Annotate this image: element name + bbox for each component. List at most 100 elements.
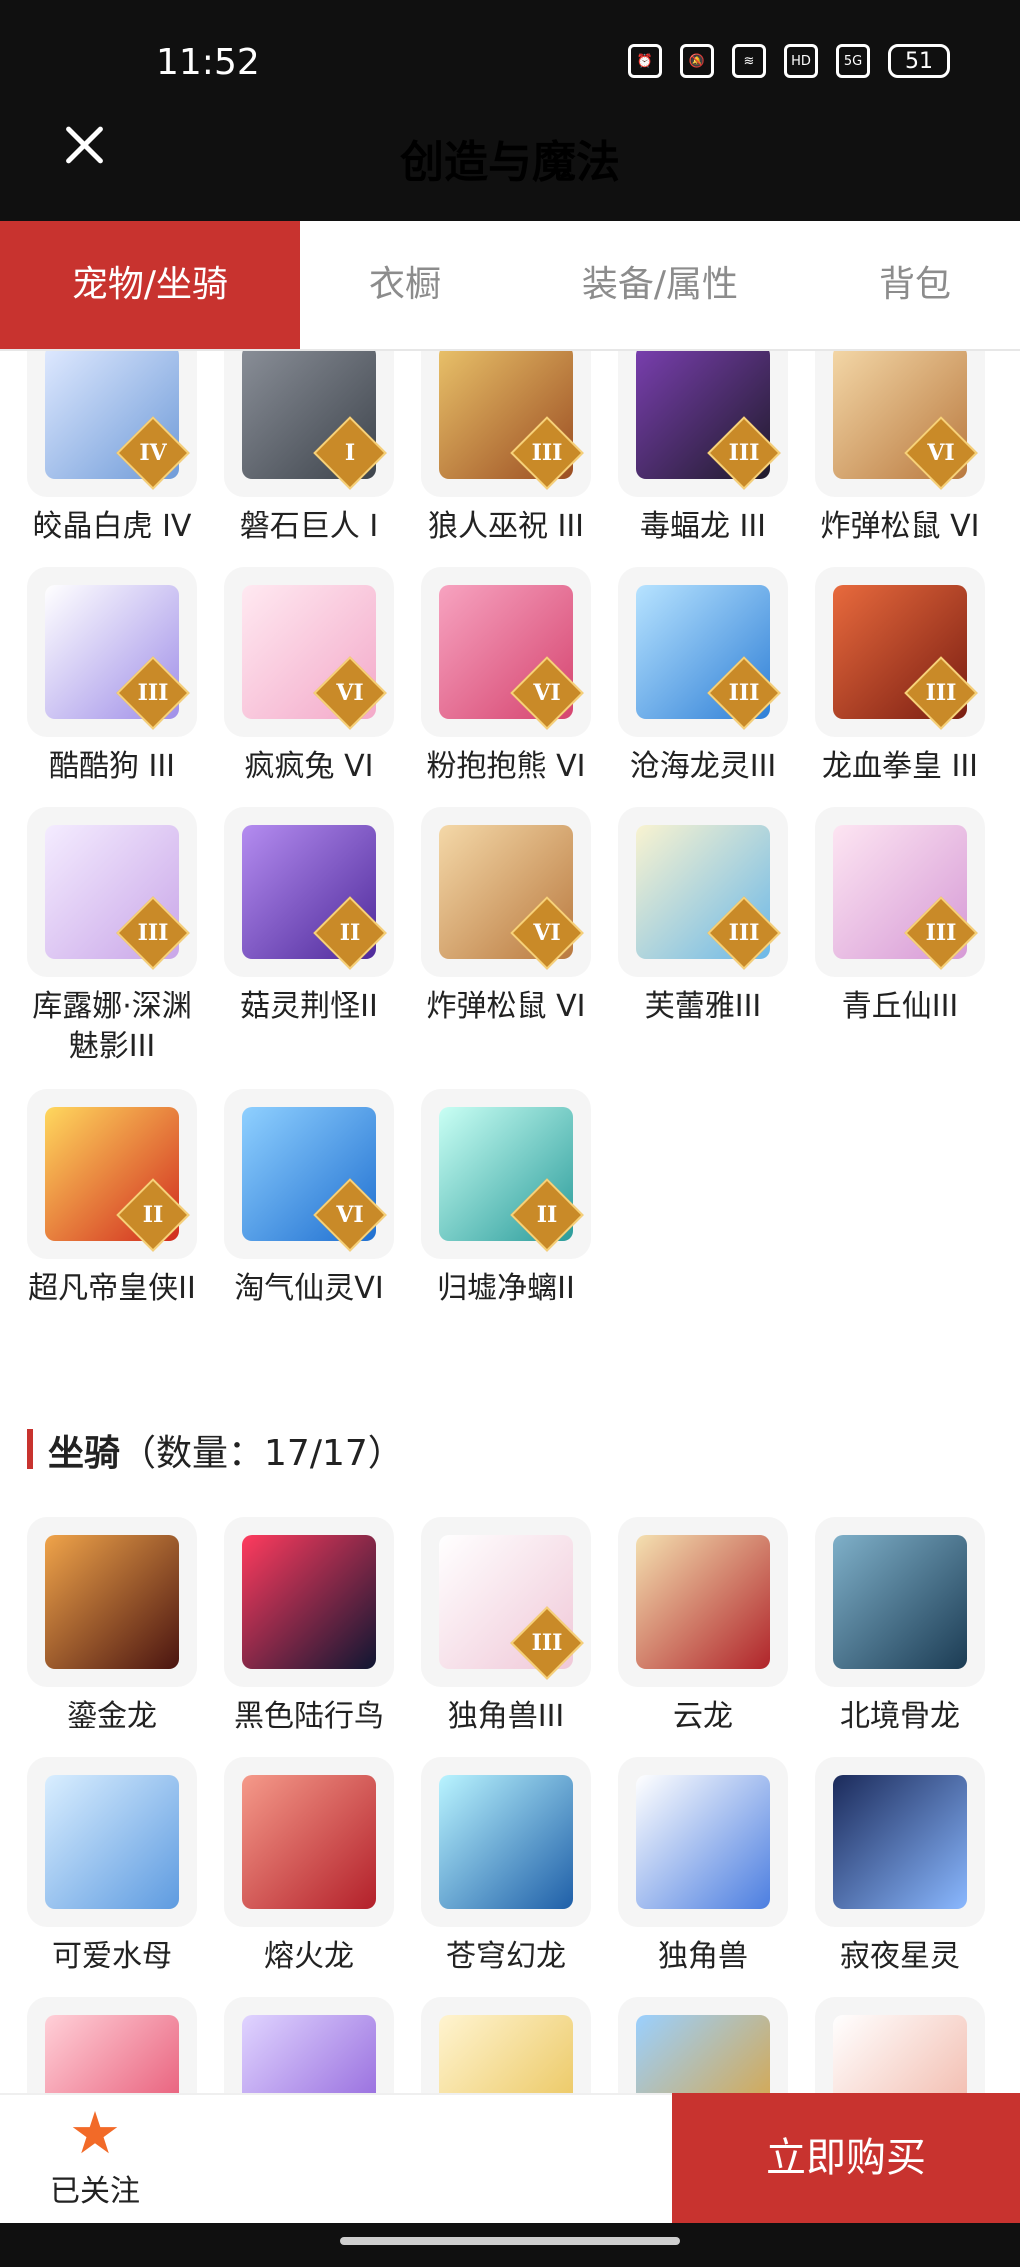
pet-card[interactable]: III 沧海龙灵III <box>618 567 788 787</box>
mount-image <box>833 1775 967 1909</box>
page-title: 创造与魔法 <box>400 137 620 188</box>
pet-card[interactable]: IV 皎晶白虎 IV <box>27 351 197 547</box>
pet-name: 库露娜·深渊魅影III <box>32 989 192 1064</box>
status-bar: 11:52 ⏰ 🔕 ≋ HD 5G 51 <box>0 0 1020 125</box>
buy-now-button[interactable]: 立即购买 <box>672 2093 1020 2223</box>
mount-card-partial[interactable] <box>224 1997 394 2093</box>
pet-card[interactable]: III 库露娜·深渊魅影III <box>27 807 197 1067</box>
mount-name: 独角兽III <box>447 1699 565 1734</box>
alarm-icon: ⏰ <box>628 44 662 78</box>
tab-equipment[interactable]: 装备/属性 <box>540 221 780 349</box>
tier-badge-text: III <box>728 920 760 946</box>
mount-thumbnail <box>618 1757 788 1927</box>
pet-name: 青丘仙III <box>841 989 959 1024</box>
pet-name: 芙蕾雅III <box>644 989 762 1024</box>
follow-button[interactable]: ★ 已关注 <box>20 2100 170 2210</box>
mount-image <box>636 1535 770 1669</box>
pet-name: 归墟净螭II <box>437 1271 575 1306</box>
tier-badge-text: VI <box>927 440 955 466</box>
pet-card[interactable]: III 酷酷狗 III <box>27 567 197 787</box>
pet-thumbnail: III <box>815 567 985 737</box>
mount-card[interactable]: 独角兽 <box>618 1757 788 1977</box>
mount-name: 熔火龙 <box>264 1939 354 1974</box>
mount-image <box>833 1535 967 1669</box>
mount-image <box>636 1775 770 1909</box>
mount-card-partial[interactable] <box>618 1997 788 2093</box>
tab-bar: 宠物/坐骑 衣橱 装备/属性 背包 <box>0 221 1020 351</box>
tier-badge-text: III <box>925 680 957 706</box>
pet-card[interactable]: III 龙血拳皇 III <box>815 567 985 787</box>
star-icon: ★ <box>69 2099 121 2167</box>
tier-badge-text: VI <box>336 1202 364 1228</box>
pet-card[interactable]: I 磐石巨人 I <box>224 351 394 547</box>
mount-thumbnail <box>815 1997 985 2093</box>
mount-name: 云龙 <box>673 1699 733 1734</box>
mount-count: （数量：17/17） <box>120 1433 404 1474</box>
mount-name: 苍穹幻龙 <box>446 1939 566 1974</box>
pet-thumbnail: III <box>27 567 197 737</box>
mount-card[interactable]: III 独角兽III <box>421 1517 591 1737</box>
mount-image <box>439 2015 573 2093</box>
content-scroll[interactable]: IV 皎晶白虎 IV I 磐石巨人 I III 狼人巫祝 III III 毒蝠龙 III VI 炸… <box>0 351 1020 2093</box>
mount-card[interactable]: 黑色陆行鸟 <box>224 1517 394 1737</box>
tier-badge-text: II <box>142 1202 164 1228</box>
pet-card[interactable]: VI 粉抱抱熊 VI <box>421 567 591 787</box>
mount-image <box>45 1775 179 1909</box>
mount-card-partial[interactable] <box>815 1997 985 2093</box>
mount-thumbnail <box>27 1997 197 2093</box>
mount-thumbnail <box>618 1517 788 1687</box>
battery-icon: 51 <box>888 44 950 78</box>
tab-backpack[interactable]: 背包 <box>820 221 1010 349</box>
mount-image <box>242 1535 376 1669</box>
system-nav-bar <box>0 2223 1020 2267</box>
pet-card[interactable]: VI 疯疯兔 VI <box>224 567 394 787</box>
mount-card[interactable]: 熔火龙 <box>224 1757 394 1977</box>
mount-card[interactable]: 北境骨龙 <box>815 1517 985 1737</box>
pet-thumbnail: III <box>618 567 788 737</box>
tab-wardrobe[interactable]: 衣橱 <box>300 221 510 349</box>
mount-section-label: 坐骑 <box>48 1433 121 1474</box>
mount-image <box>45 2015 179 2093</box>
mount-image <box>242 2015 376 2093</box>
pet-card[interactable]: II 归墟净螭II <box>421 1089 591 1309</box>
mount-card[interactable]: 可爱水母 <box>27 1757 197 1977</box>
pet-card[interactable]: III 狼人巫祝 III <box>421 351 591 547</box>
mount-card[interactable]: 鎏金龙 <box>27 1517 197 1737</box>
pet-card[interactable]: II 超凡帝皇侠II <box>27 1089 197 1309</box>
pet-thumbnail: I <box>224 351 394 497</box>
mount-name: 寂夜星灵 <box>840 1939 960 1974</box>
mount-name: 鎏金龙 <box>67 1699 157 1734</box>
pet-card[interactable]: II 菇灵荆怪II <box>224 807 394 1027</box>
mount-thumbnail <box>224 1997 394 2093</box>
signal-icon: 5G <box>836 44 870 78</box>
pet-name: 炸弹松鼠 VI <box>820 509 980 544</box>
mount-image <box>242 1775 376 1909</box>
pet-card[interactable]: VI 淘气仙灵VI <box>224 1089 394 1309</box>
mount-card-partial[interactable] <box>27 1997 197 2093</box>
pet-name: 毒蝠龙 III <box>639 509 767 544</box>
tier-badge-text: III <box>925 920 957 946</box>
pet-card[interactable]: III 青丘仙III <box>815 807 985 1027</box>
pet-name: 龙血拳皇 III <box>821 749 979 784</box>
pet-card[interactable]: III 毒蝠龙 III <box>618 351 788 547</box>
pet-thumbnail: III <box>815 807 985 977</box>
mount-card[interactable]: 苍穹幻龙 <box>421 1757 591 1977</box>
pet-name: 沧海龙灵III <box>629 749 777 784</box>
pet-thumbnail: II <box>224 807 394 977</box>
pet-card[interactable]: III 芙蕾雅III <box>618 807 788 1027</box>
tier-badge-text: VI <box>533 680 561 706</box>
home-indicator[interactable] <box>340 2237 680 2245</box>
pet-name: 磐石巨人 I <box>239 509 379 544</box>
pet-name: 疯疯兔 VI <box>244 749 374 784</box>
mount-card-partial[interactable] <box>421 1997 591 2093</box>
pet-thumbnail: III <box>421 351 591 497</box>
mount-thumbnail <box>27 1757 197 1927</box>
pet-card[interactable]: VI 炸弹松鼠 VI <box>815 351 985 547</box>
mount-thumbnail <box>224 1757 394 1927</box>
mount-image <box>45 1535 179 1669</box>
tab-pets-mounts[interactable]: 宠物/坐骑 <box>0 221 300 349</box>
tier-badge-text: III <box>137 920 169 946</box>
mount-card[interactable]: 寂夜星灵 <box>815 1757 985 1977</box>
mount-card[interactable]: 云龙 <box>618 1517 788 1737</box>
pet-card[interactable]: VI 炸弹松鼠 VI <box>421 807 591 1027</box>
